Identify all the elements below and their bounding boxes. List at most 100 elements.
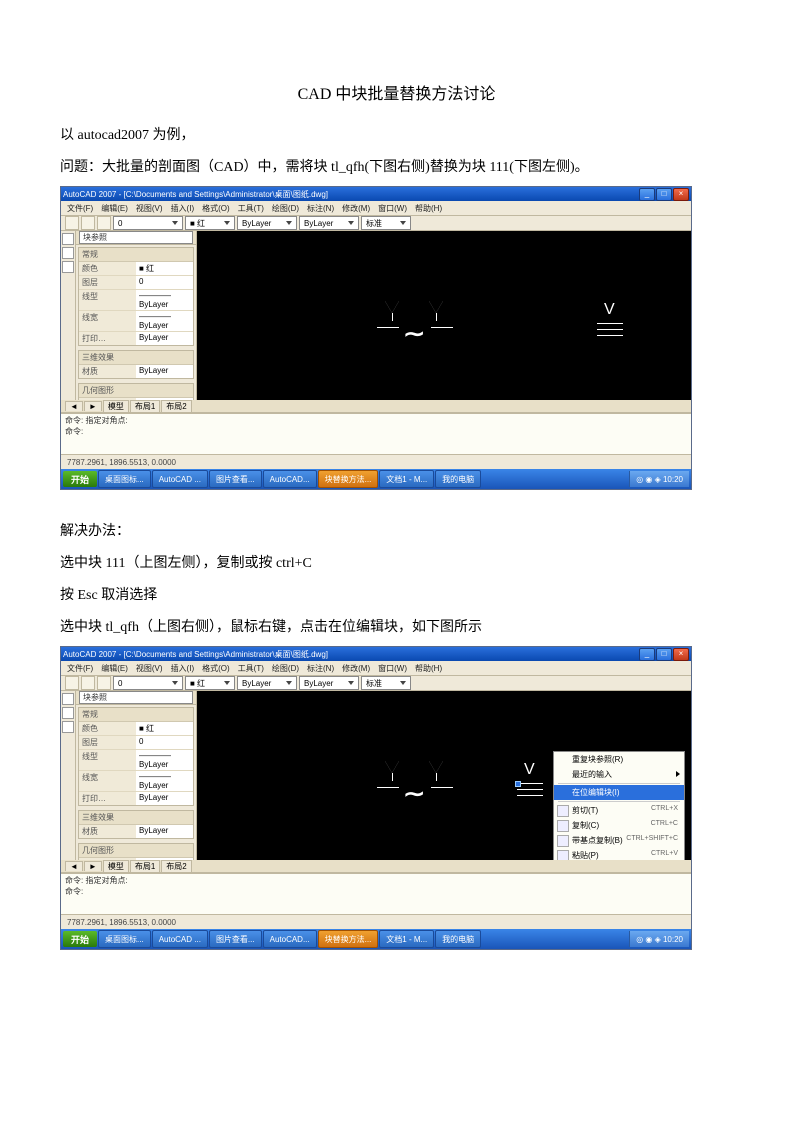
lineweight-select[interactable]: ByLayer [299, 216, 359, 230]
tab-layout1[interactable]: 布局1 [130, 400, 160, 412]
tab-model[interactable]: 模型 [103, 400, 129, 412]
tool-icon[interactable] [62, 721, 74, 733]
block-111[interactable]: ∼ [377, 761, 457, 811]
menu-draw[interactable]: 绘图(D) [272, 663, 299, 674]
selection-type[interactable]: 块参照 [79, 691, 193, 704]
menu-edit[interactable]: 编辑(E) [101, 203, 128, 214]
tab-next[interactable]: ► [84, 861, 102, 871]
ctx-copy-base[interactable]: 带基点复制(B)CTRL+SHIFT+C [554, 833, 684, 848]
minimize-icon[interactable]: _ [639, 648, 655, 661]
tab-layout1[interactable]: 布局1 [130, 860, 160, 872]
linetype-select[interactable]: ByLayer [237, 216, 297, 230]
command-prompt[interactable]: 命令: [65, 426, 687, 437]
menu-modify[interactable]: 修改(M) [342, 663, 370, 674]
task-button[interactable]: 我的电脑 [435, 470, 481, 488]
menu-tools[interactable]: 工具(T) [238, 203, 264, 214]
color-select[interactable]: ■ 红 [185, 676, 235, 690]
lineweight-select[interactable]: ByLayer [299, 676, 359, 690]
start-button[interactable]: 开始 [63, 471, 97, 487]
menu-help[interactable]: 帮助(H) [415, 203, 442, 214]
task-button[interactable]: AutoCAD... [263, 930, 317, 948]
menu-tools[interactable]: 工具(T) [238, 663, 264, 674]
ctx-recent-input[interactable]: 最近的输入 [554, 767, 684, 782]
menu-window[interactable]: 窗口(W) [378, 203, 407, 214]
tool-icon[interactable] [62, 233, 74, 245]
tool-icon[interactable] [81, 676, 95, 690]
tool-icon[interactable] [65, 676, 79, 690]
menu-view[interactable]: 视图(V) [136, 663, 163, 674]
task-button[interactable]: 图片查看... [209, 930, 262, 948]
grip-icon[interactable] [515, 781, 521, 787]
block-tl-qfh-selected[interactable]: V [517, 761, 547, 811]
ctx-edit-block-inplace[interactable]: 在位编辑块(I) [554, 785, 684, 800]
menu-insert[interactable]: 插入(I) [171, 203, 195, 214]
tab-prev[interactable]: ◄ [65, 861, 83, 871]
command-prompt[interactable]: 命令: [65, 886, 687, 897]
tab-layout2[interactable]: 布局2 [161, 400, 191, 412]
system-tray[interactable]: ◎ ◉ ◈ 10:20 [629, 471, 689, 487]
menu-modify[interactable]: 修改(M) [342, 203, 370, 214]
menu-format[interactable]: 格式(O) [202, 663, 230, 674]
color-select[interactable]: ■ 红 [185, 216, 235, 230]
block-111[interactable]: ∼ [377, 301, 457, 351]
close-icon[interactable]: × [673, 648, 689, 661]
selection-type[interactable]: 块参照 [79, 231, 193, 244]
linetype-select[interactable]: ByLayer [237, 676, 297, 690]
tool-icon[interactable] [62, 693, 74, 705]
tool-icon[interactable] [97, 216, 111, 230]
tab-model[interactable]: 模型 [103, 860, 129, 872]
close-icon[interactable]: × [673, 188, 689, 201]
tool-icon[interactable] [81, 216, 95, 230]
tab-next[interactable]: ► [84, 401, 102, 411]
task-button[interactable]: AutoCAD ... [152, 470, 208, 488]
start-button[interactable]: 开始 [63, 931, 97, 947]
system-tray[interactable]: ◎ ◉ ◈ 10:20 [629, 931, 689, 947]
tool-icon[interactable] [62, 247, 74, 259]
minimize-icon[interactable]: _ [639, 188, 655, 201]
tab-prev[interactable]: ◄ [65, 401, 83, 411]
task-button[interactable]: AutoCAD ... [152, 930, 208, 948]
menu-dim[interactable]: 标注(N) [307, 663, 334, 674]
task-button[interactable]: AutoCAD... [263, 470, 317, 488]
menu-bar[interactable]: 文件(F) 编辑(E) 视图(V) 插入(I) 格式(O) 工具(T) 绘图(D… [61, 201, 691, 216]
menu-file[interactable]: 文件(F) [67, 663, 93, 674]
task-button[interactable]: 文档1 - M... [379, 470, 434, 488]
maximize-icon[interactable]: □ [656, 648, 672, 661]
menu-file[interactable]: 文件(F) [67, 203, 93, 214]
command-area[interactable]: 命令: 指定对角点: 命令: [61, 873, 691, 914]
menu-window[interactable]: 窗口(W) [378, 663, 407, 674]
tool-icon[interactable] [97, 676, 111, 690]
task-button[interactable]: 桌面图标... [98, 470, 151, 488]
task-button[interactable]: 图片查看... [209, 470, 262, 488]
ctx-paste[interactable]: 粘贴(P)CTRL+V [554, 848, 684, 860]
layer-select[interactable]: 0 [113, 676, 183, 690]
task-button[interactable]: 文档1 - M... [379, 930, 434, 948]
menu-help[interactable]: 帮助(H) [415, 663, 442, 674]
ctx-cut[interactable]: 剪切(T)CTRL+X [554, 803, 684, 818]
style-select[interactable]: 标准 [361, 676, 411, 690]
ctx-copy[interactable]: 复制(C)CTRL+C [554, 818, 684, 833]
menu-edit[interactable]: 编辑(E) [101, 663, 128, 674]
task-button-active[interactable]: 块替换方法... [318, 470, 379, 488]
menu-bar[interactable]: 文件(F) 编辑(E) 视图(V) 插入(I) 格式(O) 工具(T) 绘图(D… [61, 661, 691, 676]
task-button[interactable]: 我的电脑 [435, 930, 481, 948]
tool-icon[interactable] [62, 261, 74, 273]
menu-insert[interactable]: 插入(I) [171, 663, 195, 674]
layer-select[interactable]: 0 [113, 216, 183, 230]
task-button-active[interactable]: 块替换方法... [318, 930, 379, 948]
tool-icon[interactable] [65, 216, 79, 230]
menu-view[interactable]: 视图(V) [136, 203, 163, 214]
task-button[interactable]: 桌面图标... [98, 930, 151, 948]
maximize-icon[interactable]: □ [656, 188, 672, 201]
command-area[interactable]: 命令: 指定对角点: 命令: [61, 413, 691, 454]
block-tl-qfh[interactable]: V [597, 301, 627, 351]
drawing-canvas[interactable]: ∼ V [197, 231, 691, 400]
tab-layout2[interactable]: 布局2 [161, 860, 191, 872]
menu-dim[interactable]: 标注(N) [307, 203, 334, 214]
style-select[interactable]: 标准 [361, 216, 411, 230]
ctx-repeat[interactable]: 重复块参照(R) [554, 752, 684, 767]
menu-draw[interactable]: 绘图(D) [272, 203, 299, 214]
menu-format[interactable]: 格式(O) [202, 203, 230, 214]
drawing-canvas[interactable]: ∼ V 重复块参照(R) 最近的输入 在位编辑块(I) 剪切(T)CTRL+X … [197, 691, 691, 860]
tool-icon[interactable] [62, 707, 74, 719]
